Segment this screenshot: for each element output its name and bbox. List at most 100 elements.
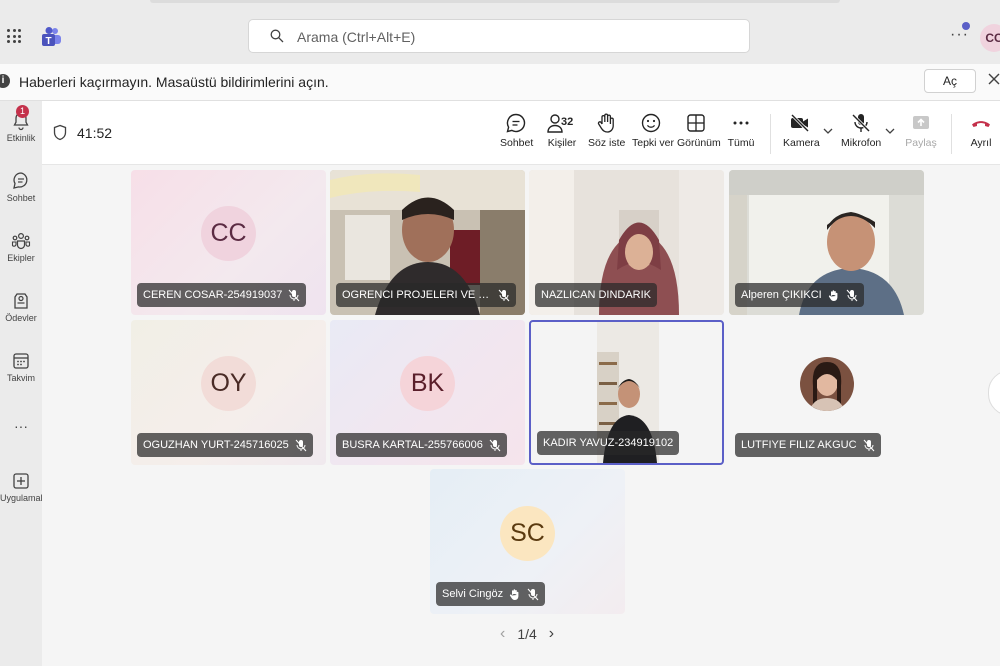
search-box[interactable]: Arama (Ctrl+Alt+E) <box>248 19 750 53</box>
participant-name: OGRENCI PROJELERI VE YARISMALAR <box>342 289 492 301</box>
separator <box>770 114 771 154</box>
camera-label: Kamera <box>783 137 820 149</box>
people-count: 32 <box>561 116 574 128</box>
rail-item-apps[interactable]: Uygulamalar <box>0 471 51 503</box>
mic-off-icon <box>288 289 300 301</box>
participant-nametag: LUTFIYE FILIZ AKGUC <box>735 433 881 457</box>
rail-label: Ekipler <box>7 253 35 263</box>
chevron-down-icon[interactable] <box>885 127 895 135</box>
profile-avatar[interactable]: CC <box>980 24 1000 52</box>
separator <box>951 114 952 154</box>
mic-off-icon <box>527 588 539 600</box>
assignments-icon <box>14 293 28 309</box>
rail-item-chat[interactable]: Sohbet <box>0 171 42 203</box>
teams-logo-icon: T <box>42 27 61 47</box>
participant-photo <box>800 357 854 411</box>
participant-tile[interactable]: Alperen ÇIKIKCI <box>729 170 924 315</box>
camera-button[interactable]: Kamera <box>783 112 820 149</box>
more-icon <box>733 121 749 125</box>
participant-name: KADIR YAVUZ-234919102 <box>543 437 674 449</box>
window-top-edge <box>150 0 840 3</box>
rail-label: Uygulamalar <box>0 493 51 503</box>
participant-nametag: CEREN COSAR-254919037 <box>137 283 307 307</box>
search-icon <box>270 29 284 43</box>
search-placeholder: Arama (Ctrl+Alt+E) <box>297 29 416 45</box>
participant-tile[interactable]: CC CEREN COSAR-254919037 <box>131 170 326 315</box>
page-indicator: 1/4 <box>517 626 537 642</box>
participant-nametag: Selvi Cingöz <box>436 582 546 606</box>
emoji-icon <box>641 113 661 133</box>
react-button[interactable]: Tepki ver <box>632 112 675 149</box>
mic-label: Mikrofon <box>841 137 882 149</box>
rail-label: Ödevler <box>5 313 37 323</box>
leave-button[interactable]: Ayrıl <box>968 112 994 149</box>
shield-icon <box>53 124 67 141</box>
chevron-down-icon[interactable] <box>823 127 833 135</box>
rail-item-activity[interactable]: 1 Etkinlik <box>0 105 42 143</box>
close-icon[interactable] <box>987 72 1000 86</box>
share-button[interactable]: Paylaş <box>905 112 937 149</box>
rail-item-assignments[interactable]: Ödevler <box>0 291 42 323</box>
rail-label: Sohbet <box>6 193 36 203</box>
teams-icon <box>11 232 31 250</box>
notification-dot <box>962 22 970 30</box>
activity-badge: 1 <box>16 105 29 118</box>
mic-off-icon <box>846 289 858 301</box>
participant-name: BUSRA KARTAL-255766006 <box>342 439 483 451</box>
view-button[interactable]: Görünüm <box>677 112 721 149</box>
chevron-right-icon[interactable]: › <box>549 625 554 643</box>
participant-tile[interactable]: LUTFIYE FILIZ AKGUC <box>729 320 924 465</box>
view-label: Görünüm <box>677 137 721 149</box>
people-button[interactable]: 32 Kişiler <box>545 112 579 149</box>
gallery-pager: ‹ 1/4 › <box>500 625 554 643</box>
participant-tile[interactable]: NAZLICAN DINDARIK <box>529 170 724 315</box>
apps-icon <box>13 473 29 489</box>
grid-view-icon <box>687 114 705 132</box>
raise-hand-label: Söz iste <box>588 137 626 149</box>
participant-tile[interactable]: BK BUSRA KARTAL-255766006 <box>330 320 525 465</box>
chat-icon <box>506 113 526 133</box>
rail-item-calendar[interactable]: Takvim <box>0 351 42 383</box>
participant-nametag: BUSRA KARTAL-255766006 <box>336 433 507 457</box>
rail-label: Takvim <box>6 373 35 383</box>
notification-text: Haberleri kaçırmayın. Masaüstü bildiriml… <box>19 74 329 90</box>
participant-avatar: BK <box>400 356 455 411</box>
share-label: Paylaş <box>905 137 937 149</box>
calendar-icon <box>13 353 29 369</box>
participant-name: Selvi Cingöz <box>442 588 504 600</box>
people-label: Kişiler <box>547 137 577 149</box>
participant-nametag: OGRENCI PROJELERI VE YARISMALAR <box>336 283 516 307</box>
more-apps-icon[interactable]: ··· <box>0 418 42 434</box>
react-label: Tepki ver <box>632 137 675 149</box>
mic-off-icon <box>295 439 307 451</box>
raise-hand-button[interactable]: Söz iste <box>588 112 626 149</box>
raised-hand-icon <box>510 588 519 600</box>
participant-tile[interactable]: OY OGUZHAN YURT-245716025 <box>131 320 326 465</box>
mic-off-icon <box>851 113 871 133</box>
share-icon <box>913 116 929 129</box>
chat-icon <box>13 172 28 189</box>
participant-name: Alperen ÇIKIKCI <box>741 289 822 301</box>
chevron-left-icon[interactable]: ‹ <box>500 625 505 643</box>
chat-button[interactable]: Sohbet <box>500 112 533 149</box>
more-actions-button[interactable]: Tümü <box>727 112 755 149</box>
participant-avatar: SC <box>500 506 555 561</box>
participant-avatar: OY <box>201 356 256 411</box>
mic-off-icon <box>498 289 510 301</box>
participant-tile-active-speaker[interactable]: KADIR YAVUZ-234919102 <box>529 320 724 465</box>
participant-name: OGUZHAN YURT-245716025 <box>143 439 289 451</box>
rail-item-teams[interactable]: Ekipler <box>0 231 42 263</box>
enable-notifications-button[interactable]: Aç <box>924 69 976 93</box>
svg-text:T: T <box>45 36 51 47</box>
participant-tile[interactable]: SC Selvi Cingöz <box>430 469 625 614</box>
rail-label: Etkinlik <box>6 133 36 143</box>
participant-nametag: Alperen ÇIKIKCI <box>735 283 864 307</box>
more-label: Tümü <box>727 137 755 149</box>
participant-nametag: KADIR YAVUZ-234919102 <box>537 431 680 455</box>
app-launcher-icon[interactable] <box>7 29 21 43</box>
participant-nametag: OGUZHAN YURT-245716025 <box>137 433 313 457</box>
participant-name: CEREN COSAR-254919037 <box>143 289 283 301</box>
microphone-button[interactable]: Mikrofon <box>841 112 881 149</box>
participant-tile[interactable]: OGRENCI PROJELERI VE YARISMALAR <box>330 170 525 315</box>
meeting-timer: 41:52 <box>77 125 113 141</box>
